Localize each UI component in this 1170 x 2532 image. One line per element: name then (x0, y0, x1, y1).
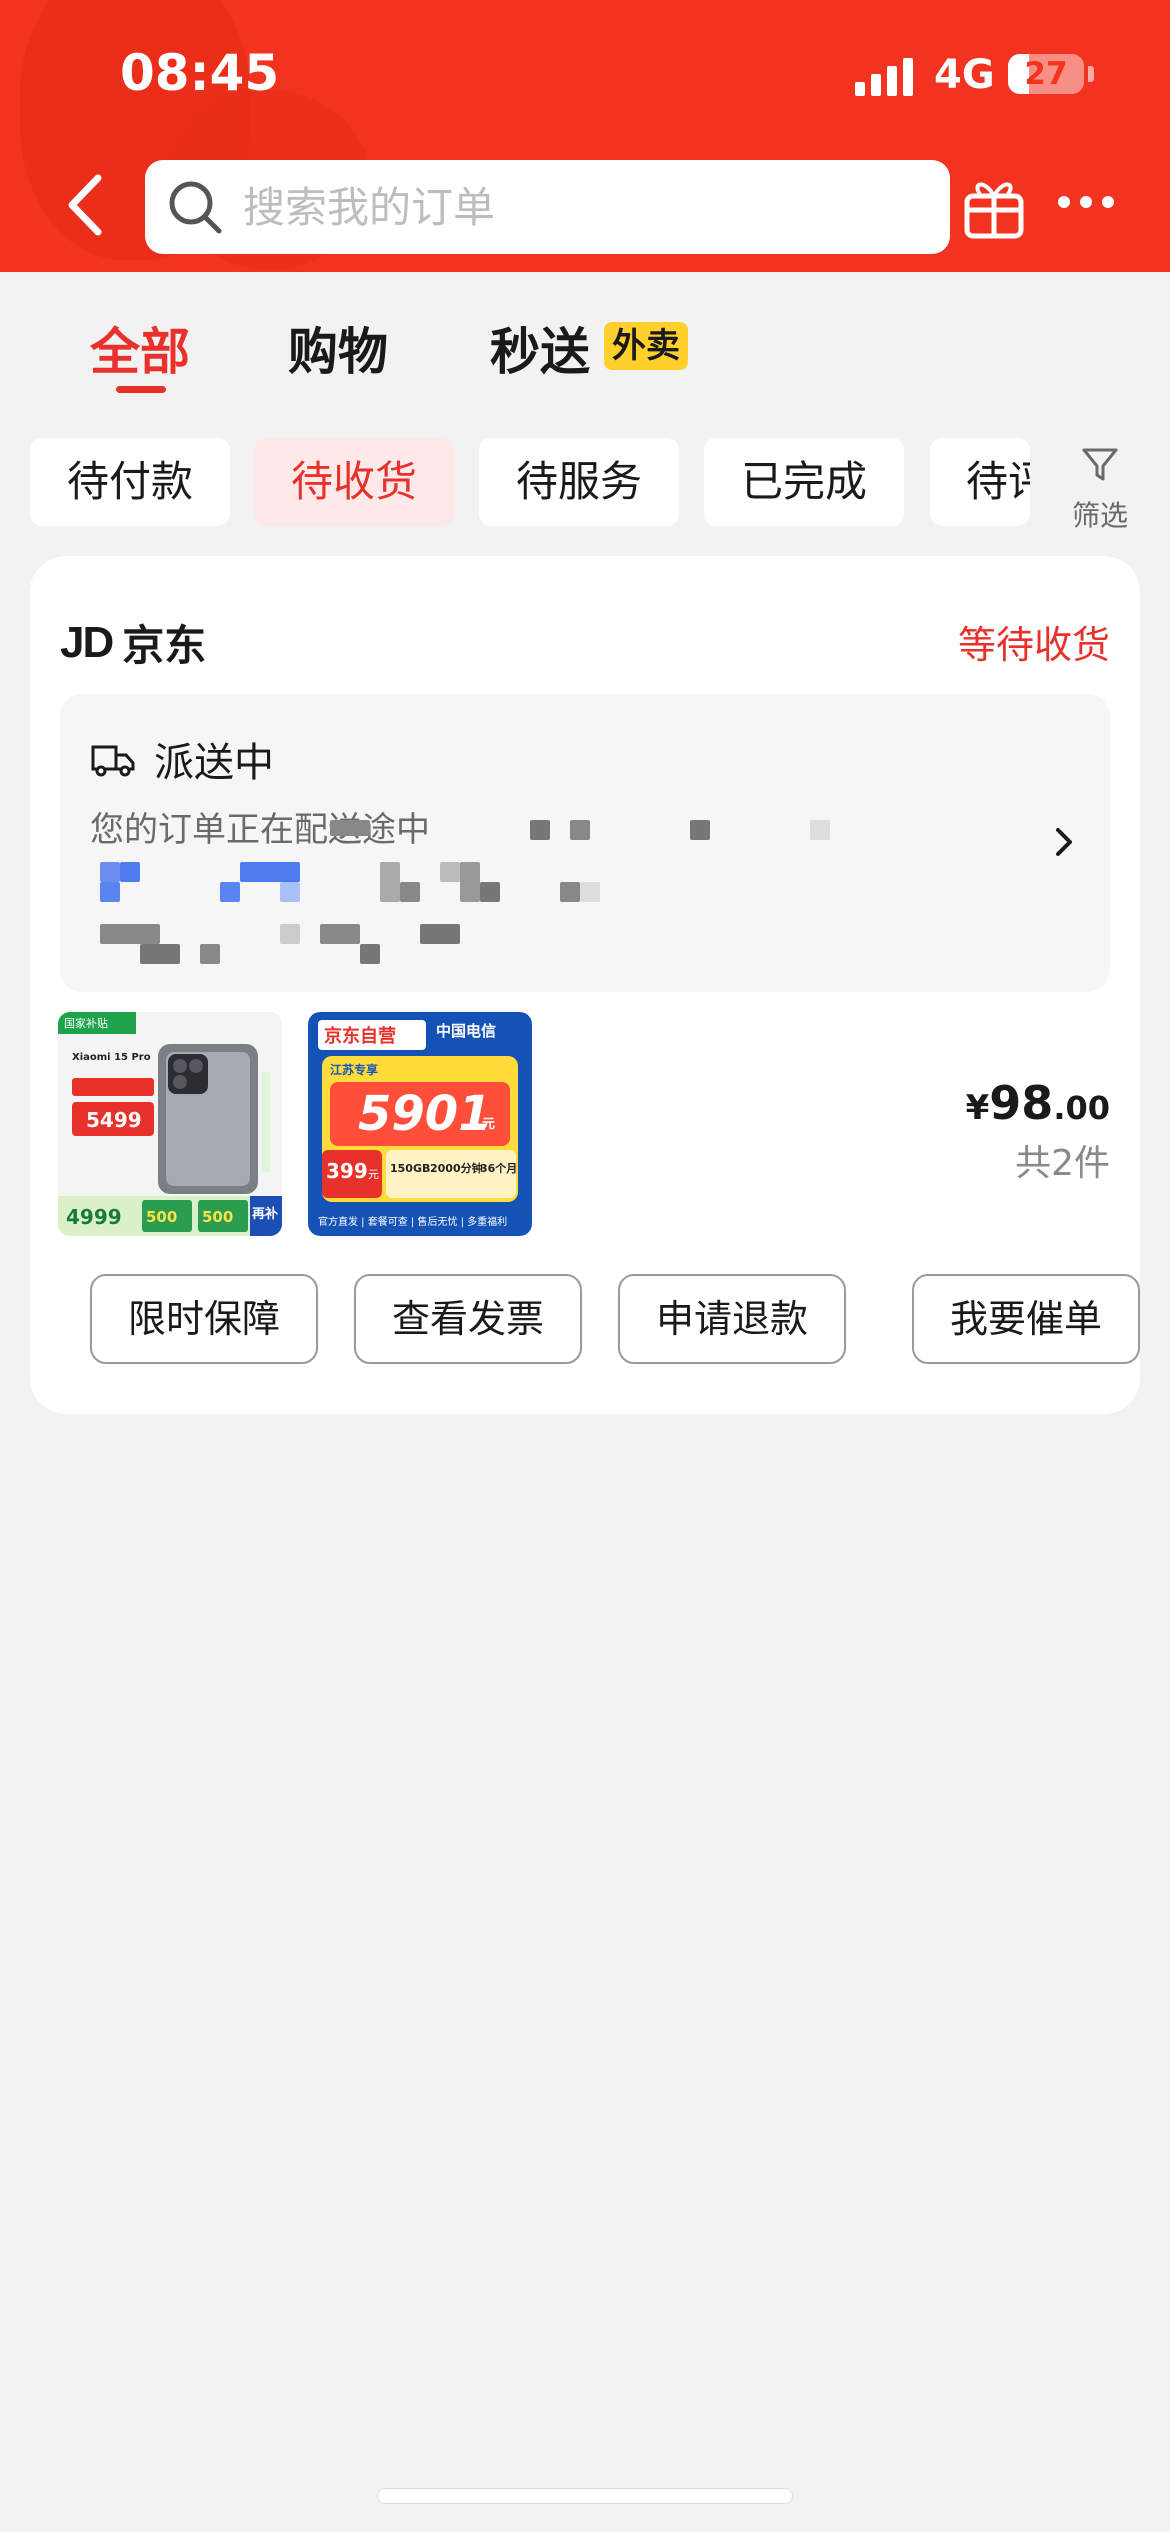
svg-text:5499: 5499 (86, 1108, 142, 1132)
takeout-badge: 外卖 (604, 322, 688, 370)
svg-text:官方直发 | 套餐可查 | 售后无忧 | 多重福利: 官方直发 | 套餐可查 | 售后无忧 | 多重福利 (318, 1215, 507, 1228)
guarantee-button[interactable]: 限时保障 (90, 1274, 318, 1364)
svg-text:36个月: 36个月 (480, 1161, 517, 1175)
app-header: 08:45 4G 27 (0, 0, 1170, 272)
chip-pending-payment[interactable]: 待付款 (30, 438, 230, 526)
chip-pending-receipt[interactable]: 待收货 (254, 438, 454, 526)
svg-text:Xiaomi 15 Pro: Xiaomi 15 Pro (72, 1052, 151, 1063)
filter-label: 筛选 (1071, 499, 1128, 532)
urge-order-button[interactable]: 我要催单 (912, 1274, 1140, 1364)
svg-text:元: 元 (368, 1168, 379, 1181)
status-filter-chips: 待付款 待收货 待服务 已完成 待评价 筛选 (0, 438, 1170, 532)
order-status: 等待收货 (957, 623, 1110, 667)
shipping-info[interactable]: 派送中 您的订单正在配送途中 (60, 694, 1110, 992)
gift-icon[interactable] (962, 174, 1026, 240)
home-indicator[interactable] (377, 2488, 793, 2504)
battery-level: 27 (1024, 56, 1068, 92)
item-count: 共2件 (1015, 1143, 1110, 1184)
product-thumbnail-telecom[interactable]: 京东自营 中国电信 江苏专享 5901 元 399 元 150GB 2000分钟… (308, 1012, 532, 1236)
order-total-price: ¥98.00 (966, 1076, 1110, 1130)
battery-tip (1088, 66, 1094, 82)
order-tabs: 全部 购物 秒送 外卖 (0, 272, 1170, 412)
chip-pending-service[interactable]: 待服务 (479, 438, 679, 526)
svg-text:再补: 再补 (252, 1206, 278, 1222)
svg-text:500: 500 (202, 1208, 233, 1226)
phone-product-image: 国家补贴 Xiaomi 15 Pro 5499 4999 500 500 再补 (58, 1012, 282, 1236)
svg-text:150GB: 150GB (390, 1162, 430, 1175)
svg-text:京东自营: 京东自营 (324, 1025, 396, 1047)
svg-text:江苏专享: 江苏专享 (330, 1062, 378, 1077)
shipping-title-label: 派送中 (154, 740, 274, 786)
search-bar[interactable] (145, 160, 950, 254)
status-time: 08:45 (120, 44, 280, 102)
shop-name[interactable]: JD 京东 (60, 612, 206, 673)
tab-shopping[interactable]: 购物 (288, 312, 388, 384)
battery-icon: 27 (1008, 54, 1084, 94)
svg-text:500: 500 (146, 1208, 177, 1226)
shipping-title: 派送中 (90, 730, 274, 788)
svg-text:2000分钟: 2000分钟 (430, 1161, 483, 1175)
tab-active-indicator (116, 386, 166, 393)
network-label: 4G (934, 52, 995, 98)
telecom-product-image: 京东自营 中国电信 江苏专享 5901 元 399 元 150GB 2000分钟… (308, 1012, 532, 1236)
back-chevron-icon[interactable] (60, 170, 110, 240)
search-input[interactable] (243, 182, 893, 232)
svg-text:4999: 4999 (66, 1205, 122, 1229)
svg-text:5901: 5901 (358, 1086, 492, 1142)
view-invoice-button[interactable]: 查看发票 (354, 1274, 582, 1364)
filter-button[interactable]: 筛选 (1035, 438, 1165, 532)
svg-text:中国电信: 中国电信 (436, 1022, 496, 1040)
signal-icon (855, 58, 913, 96)
more-icon[interactable] (1058, 196, 1114, 208)
order-card[interactable]: JD 京东 等待收货 派送中 您的订单正在配送途中 国家补贴 Xiaomi 15… (30, 556, 1140, 1414)
currency-symbol: ¥ (965, 1088, 990, 1128)
chip-completed[interactable]: 已完成 (704, 438, 904, 526)
request-refund-button[interactable]: 申请退款 (618, 1274, 846, 1364)
chevron-right-icon (1056, 828, 1072, 856)
delivery-truck-icon (91, 745, 135, 777)
product-thumbnail-phone[interactable]: 国家补贴 Xiaomi 15 Pro 5499 4999 500 500 再补 (58, 1012, 282, 1236)
jd-logo: JD (60, 617, 114, 667)
shop-name-label: 京东 (122, 621, 207, 670)
order-actions: 限时保障 查看发票 申请退款 我要催单 (90, 1274, 1140, 1364)
svg-text:国家补贴: 国家补贴 (64, 1016, 108, 1030)
price-decimal: .00 (1053, 1089, 1110, 1127)
tab-all[interactable]: 全部 (90, 312, 190, 384)
chip-pending-review[interactable]: 待评价 (930, 438, 1030, 526)
svg-text:元: 元 (482, 1117, 495, 1132)
svg-text:399: 399 (326, 1159, 368, 1183)
price-integer: 98 (989, 1076, 1054, 1130)
search-icon (169, 181, 222, 234)
filter-icon (1082, 448, 1118, 481)
shipping-description: 您的订单正在配送途中 (90, 810, 430, 850)
tab-instant-delivery[interactable]: 秒送 (490, 312, 590, 384)
